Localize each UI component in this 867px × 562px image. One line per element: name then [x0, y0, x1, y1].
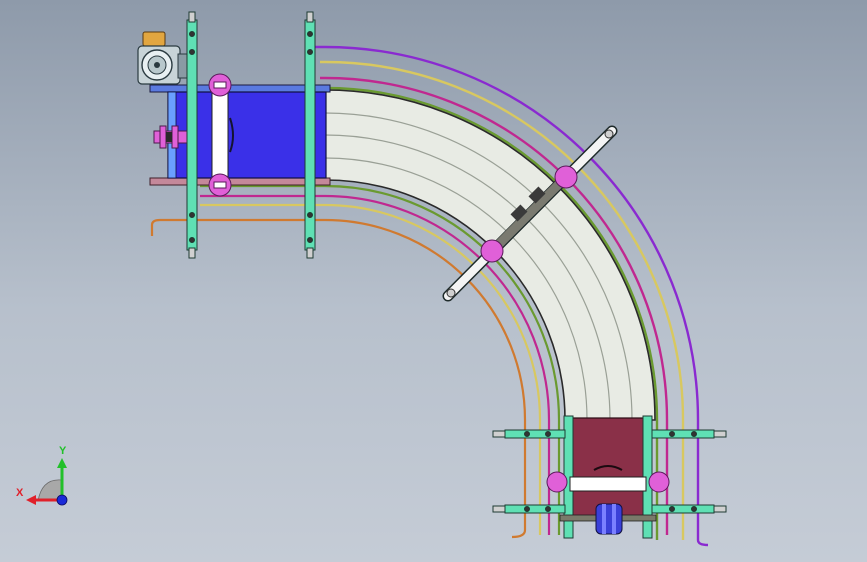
- idler-bearing-left: [546, 471, 568, 493]
- bracket-arm-top-left: [504, 429, 566, 439]
- cad-viewport[interactable]: Y X: [0, 0, 867, 562]
- top-side-plate: [149, 84, 331, 93]
- idler-bearing-right: [648, 471, 670, 493]
- maroon-frame: [569, 417, 647, 519]
- z-axis-dot: [56, 494, 68, 506]
- y-axis-label: Y: [59, 445, 67, 457]
- drive-roller: [211, 91, 229, 179]
- bottom-side-plate: [149, 177, 331, 186]
- drive-end-frame: [149, 84, 331, 186]
- motor-terminal-box: [142, 31, 166, 47]
- x-axis-label: X: [16, 487, 24, 499]
- coupling-icon: [595, 503, 623, 535]
- beam-bearing-inner: [480, 239, 504, 263]
- curved-belt-conveyor-drawing: Y X: [16, 11, 727, 547]
- beam-bearing-outer: [554, 165, 578, 189]
- bracket-arm-bottom-right: [651, 504, 715, 514]
- bracket-arm-bottom-left: [504, 504, 566, 514]
- coordinate-triad: Y X: [16, 445, 68, 506]
- idler-roller: [569, 476, 647, 492]
- bracket-arm-top-right: [651, 429, 715, 439]
- drive-motor: [137, 31, 191, 85]
